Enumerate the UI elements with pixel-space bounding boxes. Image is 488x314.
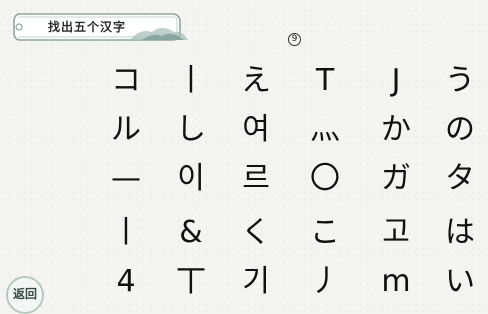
grid-cell-r5-c3[interactable]: 기 <box>228 258 284 306</box>
grid-cell-r2-c2[interactable]: し <box>163 106 219 154</box>
grid-cell-r2-c1[interactable]: ル <box>98 106 154 154</box>
grid-cell-r2-c5[interactable]: か <box>368 106 424 154</box>
grid-cell-r1-c4[interactable]: T <box>297 57 353 105</box>
back-button-label: 返回 <box>12 287 37 301</box>
grid-cell-r5-c4[interactable]: 丿 <box>297 258 353 306</box>
grid-cell-r3-c4[interactable]: 〇 <box>297 155 353 203</box>
grid-cell-r3-c2[interactable]: 이 <box>163 155 219 203</box>
character-grid: コ丨え T J うルし 여 灬かの — 이 르 〇ガタ丨 & くこ 고 は 4 丅 기 丿 m い <box>0 0 488 305</box>
grid-cell-r1-c6[interactable]: う <box>432 57 488 105</box>
grid-cell-r4-c2[interactable]: & <box>163 209 219 257</box>
grid-cell-r3-c3[interactable]: 르 <box>228 155 284 203</box>
grid-cell-r4-c4[interactable]: こ <box>297 209 353 257</box>
grid-cell-r5-c5[interactable]: m <box>368 258 424 306</box>
grid-cell-r4-c1[interactable]: 丨 <box>98 209 154 257</box>
grid-cell-r3-c1[interactable]: — <box>98 155 154 203</box>
grid-cell-r5-c6[interactable]: い <box>432 258 488 306</box>
grid-cell-r2-c4[interactable]: 灬 <box>297 106 353 154</box>
back-button[interactable]: 返回 <box>6 276 44 314</box>
grid-cell-r1-c3[interactable]: え <box>228 57 284 105</box>
grid-cell-r1-c1[interactable]: コ <box>98 57 154 105</box>
grid-cell-r3-c5[interactable]: ガ <box>368 155 424 203</box>
grid-cell-r3-c6[interactable]: タ <box>432 155 488 203</box>
grid-cell-r2-c6[interactable]: の <box>432 106 488 154</box>
grid-cell-r1-c2[interactable]: 丨 <box>163 57 219 105</box>
grid-cell-r5-c2[interactable]: 丅 <box>163 258 219 306</box>
grid-cell-r4-c6[interactable]: は <box>432 209 488 257</box>
grid-cell-r2-c3[interactable]: 여 <box>228 106 284 154</box>
grid-cell-r4-c3[interactable]: く <box>228 209 284 257</box>
grid-cell-r4-c5[interactable]: 고 <box>368 209 424 257</box>
grid-cell-r1-c5[interactable]: J <box>368 57 424 105</box>
grid-cell-r5-c1[interactable]: 4 <box>98 258 154 306</box>
